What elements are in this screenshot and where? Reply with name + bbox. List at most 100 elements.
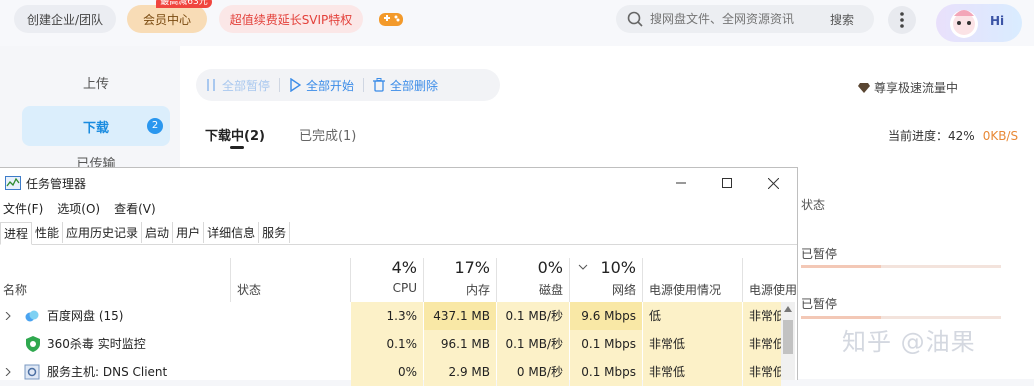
task-manager-titlebar[interactable]: 任务管理器 bbox=[0, 168, 797, 198]
more-vertical-icon bbox=[900, 12, 904, 28]
column-disk[interactable]: 0% 磁盘 bbox=[497, 258, 570, 302]
search-button[interactable]: 搜索 bbox=[830, 11, 854, 28]
tab-downloading[interactable]: 下载中(2) bbox=[205, 125, 265, 144]
start-all-label: 全部开始 bbox=[306, 78, 355, 93]
column-power[interactable]: 电源使用情况 bbox=[643, 258, 743, 302]
cpu-total: 4% bbox=[391, 258, 417, 277]
process-memory-value: 437.1 MB bbox=[433, 309, 490, 323]
expand-chevron-icon[interactable] bbox=[5, 312, 11, 320]
pause-all-button[interactable]: 全部暂停 bbox=[196, 77, 279, 94]
sidebar-item-label: 下载 bbox=[82, 120, 109, 136]
sidebar-item-label: 上传 bbox=[82, 76, 109, 92]
progress-rate: 0KB/S bbox=[982, 129, 1019, 143]
process-disk: 0.1 MB/秒 bbox=[497, 302, 569, 330]
process-cpu: 0% bbox=[351, 358, 423, 386]
process-disk-value: 0.1 MB/秒 bbox=[505, 309, 563, 323]
column-cpu[interactable]: 4% CPU bbox=[351, 258, 424, 302]
menu-file[interactable]: 文件(F) bbox=[3, 200, 43, 217]
column-disk-label: 磁盘 bbox=[538, 283, 563, 297]
process-power: 非常低 bbox=[643, 358, 742, 386]
process-power-trend-value: 非常低 bbox=[749, 337, 781, 351]
download-status: 已暂停 bbox=[801, 247, 838, 261]
tab-completed[interactable]: 已完成(1) bbox=[299, 125, 356, 144]
more-menu-button[interactable] bbox=[888, 6, 916, 34]
sort-chevron-down-icon bbox=[578, 264, 588, 270]
process-disk: 0.1 MB/秒 bbox=[497, 330, 569, 358]
speed-status: 尊享极速流量中 bbox=[858, 79, 958, 96]
table-row[interactable]: 服务主机: DNS Client 0% 2.9 MB 0 MB/秒 0.1 Mb… bbox=[0, 358, 797, 386]
start-all-button[interactable]: 全部开始 bbox=[280, 77, 363, 94]
process-power-value: 低 bbox=[649, 309, 662, 323]
column-status[interactable]: 状态 bbox=[231, 258, 351, 302]
svip-renew-button[interactable]: 超值续费延长SVIP特权 bbox=[219, 5, 363, 33]
maximize-icon bbox=[722, 178, 732, 188]
scroll-up-arrow-icon[interactable] bbox=[784, 306, 792, 312]
maximize-button[interactable] bbox=[715, 172, 739, 194]
task-manager-tabs: 进程 性能 应用历史记录 启动 用户 详细信息 服务 bbox=[0, 222, 797, 245]
baidu-netdisk-icon bbox=[25, 310, 39, 322]
search-box[interactable]: 搜索 bbox=[616, 5, 874, 33]
menu-bar: 文件(F) 选项(O) 查看(V) bbox=[3, 200, 170, 217]
process-power-trend: 非常低 bbox=[743, 358, 781, 386]
table-row[interactable]: 360杀毒 实时监控 0.1% 96.1 MB 0.1 MB/秒 0.1 Mbp… bbox=[0, 330, 797, 358]
game-controller-icon[interactable] bbox=[378, 9, 404, 29]
process-memory: 2.9 MB bbox=[424, 358, 496, 386]
process-power: 非常低 bbox=[643, 330, 742, 358]
table-row[interactable]: 百度网盘 (15) 1.3% 437.1 MB 0.1 MB/秒 9.6 Mbp… bbox=[0, 302, 797, 330]
process-name: 百度网盘 (15) bbox=[47, 309, 124, 323]
process-disk-value: 0.1 MB/秒 bbox=[505, 337, 563, 351]
download-progress-bar bbox=[801, 265, 1001, 268]
progress-percent: 42% bbox=[948, 129, 975, 143]
process-memory-value: 96.1 MB bbox=[440, 337, 490, 351]
process-cpu-value: 1.3% bbox=[386, 309, 418, 323]
pause-all-label: 全部暂停 bbox=[222, 78, 271, 93]
task-manager-title: 任务管理器 bbox=[26, 177, 87, 191]
expand-chevron-icon[interactable] bbox=[5, 368, 11, 376]
process-name: 360杀毒 实时监控 bbox=[47, 337, 146, 351]
process-network: 0.1 Mbps bbox=[570, 330, 642, 358]
create-team-button[interactable]: 创建企业/团队 bbox=[14, 5, 116, 33]
process-power-trend-value: 非常低 bbox=[749, 365, 781, 379]
process-memory: 96.1 MB bbox=[424, 330, 496, 358]
tab-users[interactable]: 用户 bbox=[173, 222, 205, 243]
avatar[interactable] bbox=[944, 2, 984, 42]
process-disk: 0 MB/秒 bbox=[497, 358, 569, 386]
tab-services[interactable]: 服务 bbox=[259, 222, 291, 243]
search-input[interactable] bbox=[650, 12, 820, 26]
column-name[interactable]: 名称 bbox=[0, 258, 231, 302]
tab-app-history[interactable]: 应用历史记录 bbox=[63, 222, 143, 243]
column-status-label: 状态 bbox=[237, 283, 262, 297]
speed-label: 尊享极速流量中 bbox=[874, 81, 959, 95]
sidebar-item-upload[interactable]: 上传 bbox=[22, 62, 170, 102]
process-power-trend: 非常低 bbox=[743, 302, 781, 330]
tab-details[interactable]: 详细信息 bbox=[204, 222, 260, 243]
column-memory[interactable]: 17% 内存 bbox=[424, 258, 497, 302]
delete-all-button[interactable]: 全部删除 bbox=[364, 77, 447, 94]
column-power-trend[interactable]: 电源使用 bbox=[743, 258, 797, 302]
menu-view[interactable]: 查看(V) bbox=[114, 200, 156, 217]
column-network[interactable]: 10% 网络 bbox=[570, 258, 643, 302]
scrollbar-thumb[interactable] bbox=[783, 320, 793, 354]
process-network-value: 0.1 Mbps bbox=[581, 365, 636, 379]
search-icon bbox=[627, 11, 643, 27]
active-tab-indicator bbox=[230, 146, 244, 149]
menu-options[interactable]: 选项(O) bbox=[57, 200, 100, 217]
close-button[interactable] bbox=[761, 172, 785, 194]
vip-center-button[interactable]: 会员中心 bbox=[127, 5, 207, 33]
close-icon bbox=[767, 177, 779, 189]
tab-processes[interactable]: 进程 bbox=[0, 222, 33, 245]
download-count-badge: 2 bbox=[147, 118, 163, 134]
process-cpu-value: 0% bbox=[397, 365, 417, 379]
process-name: 服务主机: DNS Client bbox=[47, 365, 168, 379]
tab-startup[interactable]: 启动 bbox=[142, 222, 174, 243]
process-power-value: 非常低 bbox=[649, 365, 686, 379]
vertical-scrollbar[interactable] bbox=[781, 302, 795, 380]
process-power-trend: 非常低 bbox=[743, 330, 781, 358]
play-icon bbox=[290, 78, 302, 92]
service-host-gear-icon bbox=[24, 364, 40, 380]
column-network-label: 网络 bbox=[611, 283, 636, 297]
column-power-trend-label: 电源使用 bbox=[749, 283, 797, 297]
tab-performance[interactable]: 性能 bbox=[32, 222, 64, 243]
process-power: 低 bbox=[643, 302, 742, 330]
minimize-button[interactable] bbox=[669, 172, 693, 194]
